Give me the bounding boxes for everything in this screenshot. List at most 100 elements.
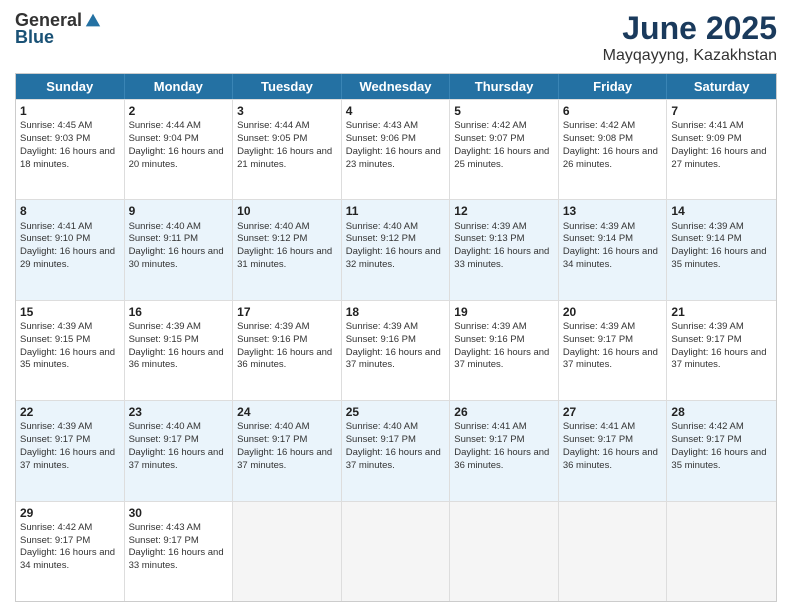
day-2-sunset: Sunset: 9:04 PM (129, 133, 199, 144)
day-num-1: 1 (20, 103, 120, 119)
header-monday: Monday (125, 74, 234, 99)
day-23: 23 Sunrise: 4:40 AM Sunset: 9:17 PM Dayl… (125, 401, 234, 500)
day-4: 4 Sunrise: 4:43 AM Sunset: 9:06 PM Dayli… (342, 100, 451, 199)
day-2: 2 Sunrise: 4:44 AM Sunset: 9:04 PM Dayli… (125, 100, 234, 199)
day-13-daylight: Daylight: 16 hours and 34 minutes. (563, 246, 658, 270)
day-3-sunrise: Sunrise: 4:44 AM (237, 120, 309, 131)
empty-cell-5 (667, 502, 776, 601)
day-28-sunrise: Sunrise: 4:42 AM (671, 421, 743, 432)
day-2-daylight: Daylight: 16 hours and 20 minutes. (129, 146, 224, 170)
day-30-sunrise: Sunrise: 4:43 AM (129, 522, 201, 533)
day-17: 17 Sunrise: 4:39 AM Sunset: 9:16 PM Dayl… (233, 301, 342, 400)
day-17-daylight: Daylight: 16 hours and 36 minutes. (237, 347, 332, 371)
day-num-27: 27 (563, 404, 663, 420)
day-26-daylight: Daylight: 16 hours and 36 minutes. (454, 447, 549, 471)
day-9-daylight: Daylight: 16 hours and 30 minutes. (129, 246, 224, 270)
day-15-daylight: Daylight: 16 hours and 35 minutes. (20, 347, 115, 371)
day-num-20: 20 (563, 304, 663, 320)
day-18-sunset: Sunset: 9:16 PM (346, 334, 416, 345)
day-num-12: 12 (454, 203, 554, 219)
day-9-sunset: Sunset: 9:11 PM (129, 233, 199, 244)
logo: General Blue (15, 10, 102, 48)
day-num-28: 28 (671, 404, 772, 420)
day-10-daylight: Daylight: 16 hours and 31 minutes. (237, 246, 332, 270)
day-6-sunrise: Sunrise: 4:42 AM (563, 120, 635, 131)
day-26-sunrise: Sunrise: 4:41 AM (454, 421, 526, 432)
logo-icon (84, 12, 102, 30)
day-num-22: 22 (20, 404, 120, 420)
day-8-sunset: Sunset: 9:10 PM (20, 233, 90, 244)
day-20: 20 Sunrise: 4:39 AM Sunset: 9:17 PM Dayl… (559, 301, 668, 400)
day-num-18: 18 (346, 304, 446, 320)
day-16: 16 Sunrise: 4:39 AM Sunset: 9:15 PM Dayl… (125, 301, 234, 400)
day-10: 10 Sunrise: 4:40 AM Sunset: 9:12 PM Dayl… (233, 200, 342, 299)
day-29-daylight: Daylight: 16 hours and 34 minutes. (20, 547, 115, 571)
day-19-daylight: Daylight: 16 hours and 37 minutes. (454, 347, 549, 371)
day-6-sunset: Sunset: 9:08 PM (563, 133, 633, 144)
day-19: 19 Sunrise: 4:39 AM Sunset: 9:16 PM Dayl… (450, 301, 559, 400)
day-23-sunset: Sunset: 9:17 PM (129, 434, 199, 445)
day-14-sunset: Sunset: 9:14 PM (671, 233, 741, 244)
day-28-daylight: Daylight: 16 hours and 35 minutes. (671, 447, 766, 471)
day-1-sunrise: Sunrise: 4:45 AM (20, 120, 92, 131)
day-29-sunset: Sunset: 9:17 PM (20, 535, 90, 546)
day-5-sunset: Sunset: 9:07 PM (454, 133, 524, 144)
day-24-sunrise: Sunrise: 4:40 AM (237, 421, 309, 432)
day-24: 24 Sunrise: 4:40 AM Sunset: 9:17 PM Dayl… (233, 401, 342, 500)
day-25-daylight: Daylight: 16 hours and 37 minutes. (346, 447, 441, 471)
day-num-30: 30 (129, 505, 229, 521)
day-10-sunset: Sunset: 9:12 PM (237, 233, 307, 244)
day-num-29: 29 (20, 505, 120, 521)
day-26: 26 Sunrise: 4:41 AM Sunset: 9:17 PM Dayl… (450, 401, 559, 500)
day-num-21: 21 (671, 304, 772, 320)
empty-cell-3 (450, 502, 559, 601)
day-num-4: 4 (346, 103, 446, 119)
day-18: 18 Sunrise: 4:39 AM Sunset: 9:16 PM Dayl… (342, 301, 451, 400)
day-5: 5 Sunrise: 4:42 AM Sunset: 9:07 PM Dayli… (450, 100, 559, 199)
day-20-sunset: Sunset: 9:17 PM (563, 334, 633, 345)
day-23-daylight: Daylight: 16 hours and 37 minutes. (129, 447, 224, 471)
day-num-19: 19 (454, 304, 554, 320)
day-27-sunset: Sunset: 9:17 PM (563, 434, 633, 445)
day-16-sunset: Sunset: 9:15 PM (129, 334, 199, 345)
subtitle: Mayqayyng, Kazakhstan (603, 47, 777, 65)
day-num-5: 5 (454, 103, 554, 119)
day-1: 1 Sunrise: 4:45 AM Sunset: 9:03 PM Dayli… (16, 100, 125, 199)
day-4-daylight: Daylight: 16 hours and 23 minutes. (346, 146, 441, 170)
day-12-sunset: Sunset: 9:13 PM (454, 233, 524, 244)
day-19-sunrise: Sunrise: 4:39 AM (454, 321, 526, 332)
week-row-1: 1 Sunrise: 4:45 AM Sunset: 9:03 PM Dayli… (16, 99, 776, 199)
day-28-sunset: Sunset: 9:17 PM (671, 434, 741, 445)
day-16-sunrise: Sunrise: 4:39 AM (129, 321, 201, 332)
day-15: 15 Sunrise: 4:39 AM Sunset: 9:15 PM Dayl… (16, 301, 125, 400)
day-num-24: 24 (237, 404, 337, 420)
day-25-sunrise: Sunrise: 4:40 AM (346, 421, 418, 432)
day-15-sunrise: Sunrise: 4:39 AM (20, 321, 92, 332)
header-thursday: Thursday (450, 74, 559, 99)
day-num-23: 23 (129, 404, 229, 420)
day-8-daylight: Daylight: 16 hours and 29 minutes. (20, 246, 115, 270)
day-7-sunrise: Sunrise: 4:41 AM (671, 120, 743, 131)
day-6: 6 Sunrise: 4:42 AM Sunset: 9:08 PM Dayli… (559, 100, 668, 199)
day-21: 21 Sunrise: 4:39 AM Sunset: 9:17 PM Dayl… (667, 301, 776, 400)
day-27-sunrise: Sunrise: 4:41 AM (563, 421, 635, 432)
day-7: 7 Sunrise: 4:41 AM Sunset: 9:09 PM Dayli… (667, 100, 776, 199)
day-num-25: 25 (346, 404, 446, 420)
day-5-sunrise: Sunrise: 4:42 AM (454, 120, 526, 131)
week-row-4: 22 Sunrise: 4:39 AM Sunset: 9:17 PM Dayl… (16, 400, 776, 500)
header-tuesday: Tuesday (233, 74, 342, 99)
day-3: 3 Sunrise: 4:44 AM Sunset: 9:05 PM Dayli… (233, 100, 342, 199)
day-24-daylight: Daylight: 16 hours and 37 minutes. (237, 447, 332, 471)
day-11-sunrise: Sunrise: 4:40 AM (346, 221, 418, 232)
day-4-sunrise: Sunrise: 4:43 AM (346, 120, 418, 131)
header: General Blue June 2025 Mayqayyng, Kazakh… (15, 10, 777, 65)
day-18-daylight: Daylight: 16 hours and 37 minutes. (346, 347, 441, 371)
day-30: 30 Sunrise: 4:43 AM Sunset: 9:17 PM Dayl… (125, 502, 234, 601)
day-22-sunrise: Sunrise: 4:39 AM (20, 421, 92, 432)
calendar-header: Sunday Monday Tuesday Wednesday Thursday… (16, 74, 776, 99)
header-friday: Friday (559, 74, 668, 99)
day-16-daylight: Daylight: 16 hours and 36 minutes. (129, 347, 224, 371)
main-title: June 2025 (603, 10, 777, 47)
day-3-daylight: Daylight: 16 hours and 21 minutes. (237, 146, 332, 170)
day-12-sunrise: Sunrise: 4:39 AM (454, 221, 526, 232)
